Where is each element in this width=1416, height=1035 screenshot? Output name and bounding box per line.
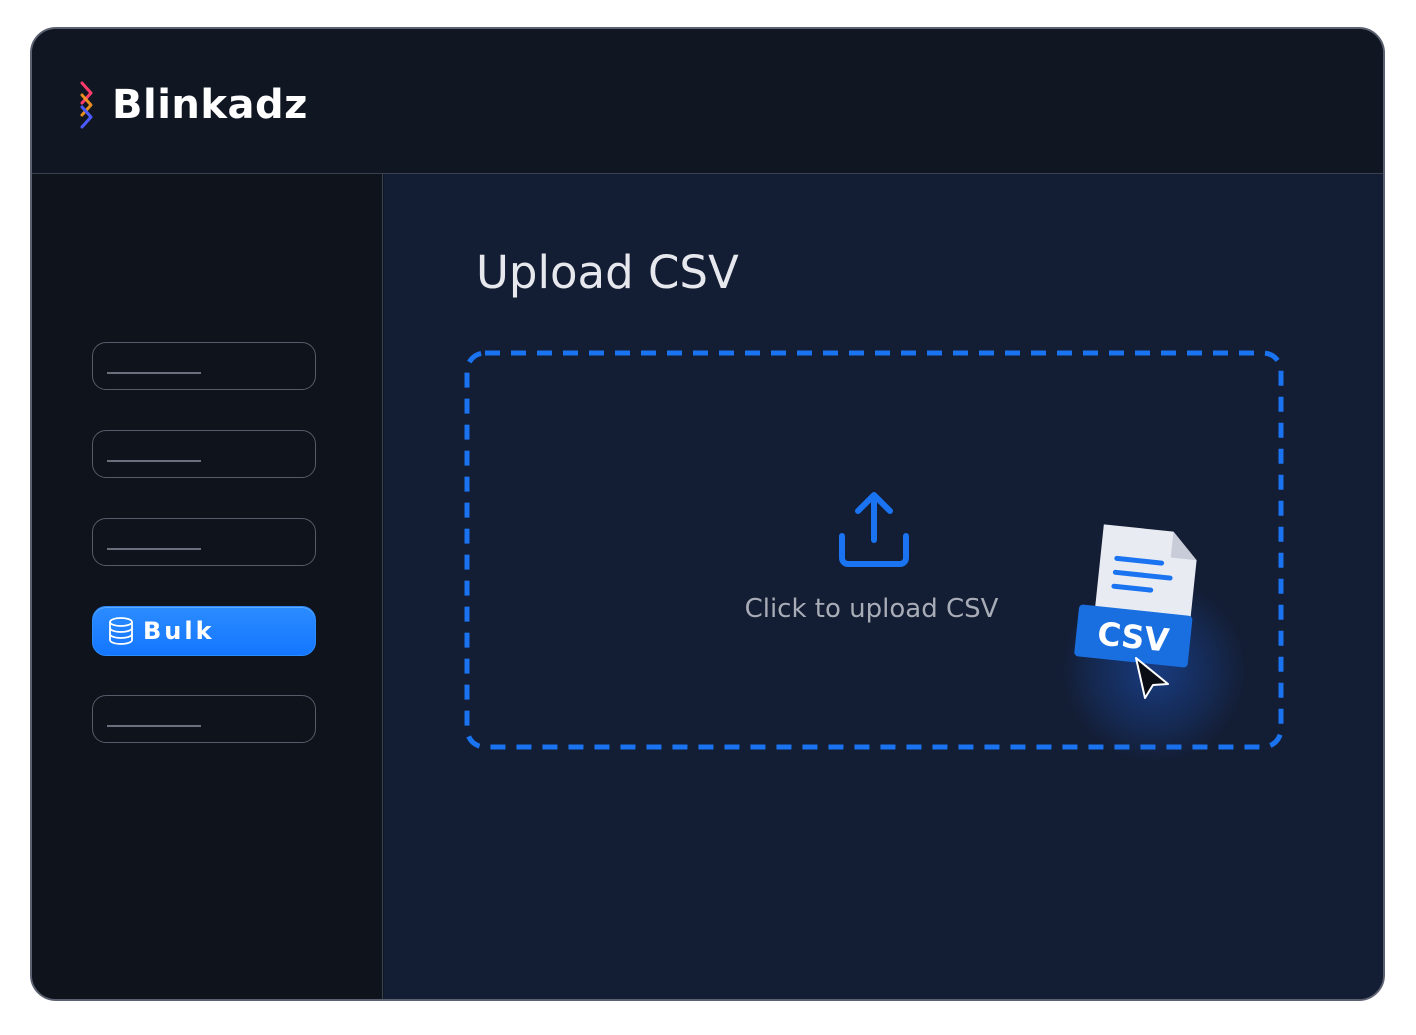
pointer-cursor-icon [1135,657,1169,699]
top-bar: Blinkadz [32,29,1383,174]
sidebar-item-3[interactable] [92,518,316,566]
placeholder-line [107,372,201,374]
app-window: Blinkadz Bulk Upload CSV Click to upload… [30,27,1385,1001]
main-content: Upload CSV Click to upload CSV CSV [384,174,1383,999]
database-icon [109,617,133,645]
csv-badge-label: CSV [1095,614,1171,659]
chevron-logo-icon [80,81,93,129]
sidebar-item-label: Bulk [143,617,215,645]
sidebar-item-bulk[interactable]: Bulk [92,606,316,656]
page-title: Upload CSV [476,246,739,299]
brand-logo[interactable]: Blinkadz [78,81,308,129]
sidebar-item-2[interactable] [92,430,316,478]
sidebar-item-5[interactable] [92,695,316,743]
placeholder-line [107,725,201,727]
sidebar-item-1[interactable] [92,342,316,390]
placeholder-line [107,460,201,462]
placeholder-line [107,548,201,550]
upload-icon[interactable] [836,490,912,570]
csv-dropzone[interactable]: Click to upload CSV CSV [464,350,1284,760]
brand-name: Blinkadz [112,82,308,128]
sidebar: Bulk [32,174,383,999]
